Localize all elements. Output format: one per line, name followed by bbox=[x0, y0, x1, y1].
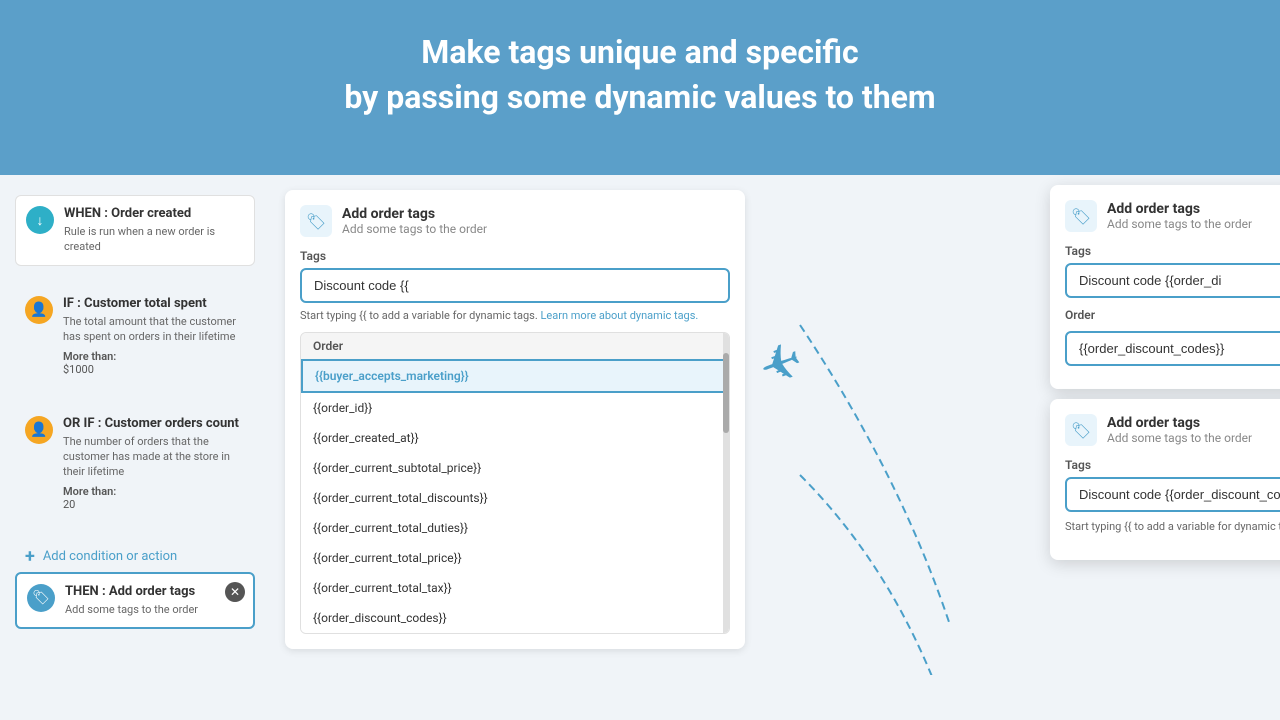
bottom-card-subtitle: Add some tags to the order bbox=[1107, 431, 1252, 445]
add-condition-label: Add condition or action bbox=[43, 549, 177, 564]
bottom-card-icon: 🏷 bbox=[1065, 414, 1097, 446]
scrollbar-track bbox=[723, 333, 729, 633]
top-card-icon: 🏷 bbox=[1065, 200, 1097, 232]
dropdown-item-4[interactable]: {{order_current_total_discounts}} bbox=[301, 483, 729, 513]
if-more-than: More than: bbox=[63, 350, 245, 363]
or-if-more-than: More than: bbox=[63, 485, 245, 498]
center-panel: 🏷 Add order tags Add some tags to the or… bbox=[270, 175, 1280, 720]
top-tags-label: Tags bbox=[1065, 244, 1280, 258]
dropdown-item-1[interactable]: {{order_id}} bbox=[301, 393, 729, 423]
if-item: 👤 IF : Customer total spent The total am… bbox=[15, 286, 255, 386]
dropdown-item-3[interactable]: {{order_current_subtotal_price}} bbox=[301, 453, 729, 483]
right-cards: 🏷 Add order tags Add some tags to the or… bbox=[1050, 185, 1280, 582]
bottom-right-card: 🏷 Add order tags Add some tags to the or… bbox=[1050, 399, 1280, 560]
dropdown-item-8[interactable]: {{order_discount_codes}} bbox=[301, 603, 729, 633]
dropdown-item-2[interactable]: {{order_created_at}} bbox=[301, 423, 729, 453]
or-if-item: 👤 OR IF : Customer orders count The numb… bbox=[15, 406, 255, 521]
learn-more-link[interactable]: Learn more about dynamic tags. bbox=[541, 309, 699, 322]
dropdown-section: Order {{buyer_accepts_marketing}} {{orde… bbox=[300, 332, 730, 634]
top-right-card: 🏷 Add order tags Add some tags to the or… bbox=[1050, 185, 1280, 389]
top-card-title: Add order tags bbox=[1107, 201, 1252, 217]
top-order-input[interactable] bbox=[1065, 331, 1280, 366]
or-if-value: 20 bbox=[63, 498, 245, 511]
add-condition-button[interactable]: + Add condition or action bbox=[15, 541, 255, 572]
when-icon: ↓ bbox=[26, 206, 54, 234]
sidebar: ↓ WHEN : Order created Rule is run when … bbox=[0, 175, 270, 720]
then-desc: Add some tags to the order bbox=[65, 602, 243, 617]
top-order-label: Order bbox=[1065, 308, 1280, 322]
when-desc: Rule is run when a new order is created bbox=[64, 224, 244, 255]
scrollbar-thumb[interactable] bbox=[723, 353, 729, 433]
when-title: WHEN : Order created bbox=[64, 206, 244, 221]
bottom-helper-text: Start typing {{ to add a variable for dy… bbox=[1065, 520, 1280, 533]
tags-input[interactable] bbox=[300, 268, 730, 303]
then-icon: 🏷 bbox=[27, 584, 55, 612]
helper-text: Start typing {{ to add a variable for dy… bbox=[300, 309, 730, 322]
if-icon: 👤 bbox=[25, 296, 53, 324]
dropdown-item-6[interactable]: {{order_current_total_price}} bbox=[301, 543, 729, 573]
dropdown-item-0[interactable]: {{buyer_accepts_marketing}} bbox=[301, 359, 729, 393]
order-section-label: Order bbox=[301, 333, 729, 359]
if-desc: The total amount that the customer has s… bbox=[63, 314, 245, 345]
top-tags-input[interactable] bbox=[1065, 263, 1280, 298]
center-card-title: Add order tags bbox=[342, 206, 487, 222]
center-card-icon: 🏷 bbox=[300, 205, 332, 237]
dashed-arrow bbox=[750, 275, 1050, 675]
then-item: 🏷 THEN : Add order tags Add some tags to… bbox=[15, 572, 255, 629]
close-then-button[interactable]: ✕ bbox=[225, 582, 245, 602]
paper-plane-icon: ✈ bbox=[751, 330, 811, 400]
hero-title: Make tags unique and specific by passing… bbox=[20, 30, 1260, 120]
tags-label: Tags bbox=[300, 249, 730, 263]
when-item: ↓ WHEN : Order created Rule is run when … bbox=[15, 195, 255, 266]
if-value: $1000 bbox=[63, 363, 245, 376]
bottom-card-title: Add order tags bbox=[1107, 415, 1252, 431]
center-card: 🏷 Add order tags Add some tags to the or… bbox=[285, 190, 745, 649]
or-if-title: OR IF : Customer orders count bbox=[63, 416, 245, 431]
bottom-tags-input[interactable] bbox=[1065, 477, 1280, 512]
if-title: IF : Customer total spent bbox=[63, 296, 245, 311]
hero-banner: Make tags unique and specific by passing… bbox=[0, 0, 1280, 175]
top-card-subtitle: Add some tags to the order bbox=[1107, 217, 1252, 231]
main-content: ↓ WHEN : Order created Rule is run when … bbox=[0, 175, 1280, 720]
dropdown-item-5[interactable]: {{order_current_total_duties}} bbox=[301, 513, 729, 543]
then-title: THEN : Add order tags bbox=[65, 584, 243, 599]
or-if-desc: The number of orders that the customer h… bbox=[63, 434, 245, 480]
plus-icon: + bbox=[25, 546, 35, 567]
or-if-icon: 👤 bbox=[25, 416, 53, 444]
center-card-subtitle: Add some tags to the order bbox=[342, 222, 487, 236]
dropdown-item-7[interactable]: {{order_current_total_tax}} bbox=[301, 573, 729, 603]
bottom-tags-label: Tags bbox=[1065, 458, 1280, 472]
